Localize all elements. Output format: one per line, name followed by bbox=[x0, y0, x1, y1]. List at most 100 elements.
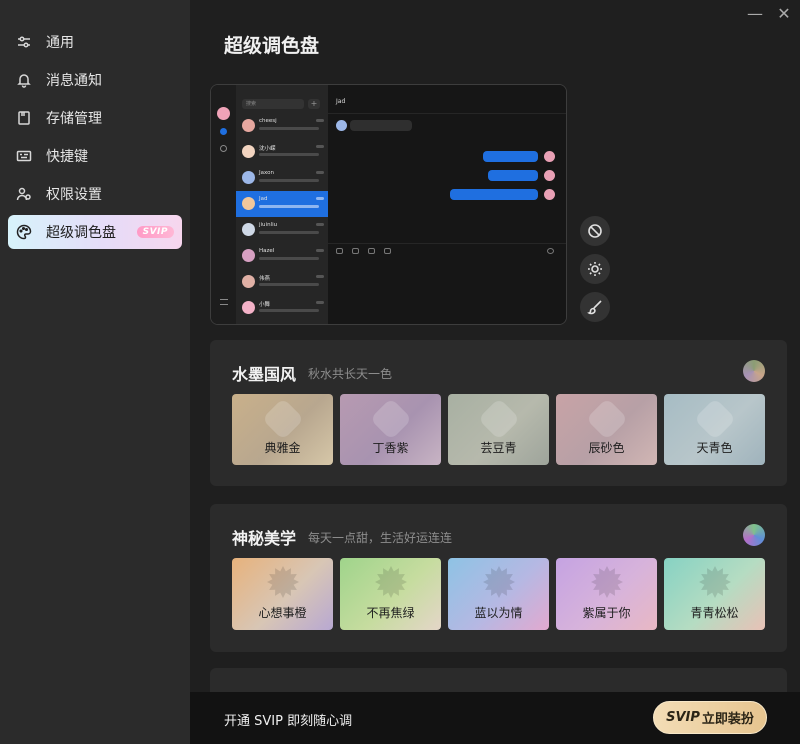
theme-card[interactable]: 辰砂色 bbox=[556, 394, 657, 465]
starburst-emblem-icon bbox=[483, 566, 515, 598]
preview-contact-msg bbox=[259, 153, 319, 156]
preview-avatar bbox=[544, 170, 555, 181]
preview-contact-name: Jad bbox=[259, 196, 268, 202]
preview-contact-row: 伟燕 bbox=[236, 269, 328, 295]
preview-avatar bbox=[544, 151, 555, 162]
theme-card[interactable]: 青青松松 bbox=[664, 558, 765, 630]
theme-card-label: 心想事橙 bbox=[258, 606, 307, 620]
svip-promo-bar: 开通 SVIP 即刻随心调 SVIP 立即装扮 bbox=[190, 692, 800, 744]
user-shield-icon bbox=[16, 186, 32, 202]
preview-avatar bbox=[544, 189, 555, 200]
sidebar-item-super-palette[interactable]: 超级调色盘 SVIP bbox=[8, 215, 182, 249]
keyboard-icon bbox=[16, 148, 32, 164]
preview-folder-icon bbox=[368, 248, 375, 254]
brush-button[interactable] bbox=[580, 292, 610, 322]
section-color-dot[interactable] bbox=[743, 524, 765, 546]
starburst-emblem-icon bbox=[591, 566, 623, 598]
brightness-icon bbox=[588, 262, 602, 276]
disable-icon bbox=[588, 224, 602, 238]
theme-card[interactable]: 天青色 bbox=[664, 394, 765, 465]
preview-contact-row: Jad bbox=[236, 191, 328, 217]
preview-chat-area: Jad bbox=[328, 85, 566, 324]
svip-label: SVIP bbox=[666, 710, 700, 725]
preview-contact-msg bbox=[259, 257, 319, 260]
preview-contact-msg bbox=[259, 283, 319, 286]
starburst-emblem-icon bbox=[375, 566, 407, 598]
bell-icon bbox=[16, 72, 32, 88]
theme-card-label: 芸豆青 bbox=[480, 441, 517, 455]
sidebar: 通用 消息通知 存储管理 快捷键 权限设置 超级调色盘 SVIP bbox=[0, 0, 190, 744]
preview-contact-avatar bbox=[242, 301, 255, 314]
theme-section-mystic: 神秘美学 每天一点甜，生活好运连连 心想事橙 不再焦绿 蓝以为情 紫属于你 青青松松 bbox=[210, 504, 787, 652]
sidebar-item-label: 消息通知 bbox=[46, 73, 102, 89]
preview-contact-row: Jaxon bbox=[236, 165, 328, 191]
preview-chat-icon bbox=[220, 128, 227, 135]
preview-avatar bbox=[336, 120, 347, 131]
preview-avatar bbox=[217, 107, 230, 120]
theme-section-ink: 水墨国风 秋水共长天一色 典雅金 丁香紫 芸豆青 辰砂色 天青色 bbox=[210, 340, 787, 486]
section-title: 水墨国风 bbox=[232, 365, 297, 384]
theme-card[interactable]: 心想事橙 bbox=[232, 558, 333, 630]
theme-card[interactable]: 丁香紫 bbox=[340, 394, 441, 465]
svip-badge: SVIP bbox=[136, 226, 174, 238]
main-panel: 超级调色盘 搜索 + cheesj 沈小嵘 Jaxon Jad jiuinliu Haze… bbox=[190, 0, 800, 744]
svip-dress-up-button[interactable]: SVIP 立即装扮 bbox=[653, 701, 767, 734]
sidebar-item-notifications[interactable]: 消息通知 bbox=[8, 63, 182, 97]
brush-icon bbox=[587, 300, 602, 315]
diamond-emblem-icon bbox=[693, 397, 737, 441]
preview-contact-time bbox=[316, 301, 324, 304]
preview-bubble-out bbox=[483, 151, 538, 162]
preview-contact-row: Hazel bbox=[236, 243, 328, 269]
sidebar-item-permissions[interactable]: 权限设置 bbox=[8, 177, 182, 211]
folder-icon bbox=[16, 110, 32, 126]
reset-theme-button[interactable] bbox=[580, 216, 610, 246]
preview-contact-avatar bbox=[242, 145, 255, 158]
preview-bubble-in bbox=[350, 120, 412, 131]
preview-contact-time bbox=[316, 171, 324, 174]
preview-scissors-icon bbox=[352, 248, 359, 254]
sidebar-item-shortcuts[interactable]: 快捷键 bbox=[8, 139, 182, 173]
preview-bubble-out bbox=[450, 189, 538, 200]
starburst-emblem-icon bbox=[699, 566, 731, 598]
page-title: 超级调色盘 bbox=[224, 35, 320, 57]
diamond-emblem-icon bbox=[369, 397, 413, 441]
preview-contact-avatar bbox=[242, 275, 255, 288]
preview-rail bbox=[211, 85, 236, 324]
preview-contact-row: 沈小嵘 bbox=[236, 139, 328, 165]
section-color-dot[interactable] bbox=[743, 360, 765, 382]
theme-card-label: 典雅金 bbox=[264, 441, 301, 455]
sidebar-item-storage[interactable]: 存储管理 bbox=[8, 101, 182, 135]
preview-contact-row: 小舞 bbox=[236, 295, 328, 321]
theme-card[interactable]: 紫属于你 bbox=[556, 558, 657, 630]
theme-card-label: 辰砂色 bbox=[588, 441, 625, 455]
preview-contact-time bbox=[316, 275, 324, 278]
preview-divider bbox=[328, 243, 566, 244]
brightness-button[interactable] bbox=[580, 254, 610, 284]
preview-plus: + bbox=[308, 99, 320, 109]
preview-contacts-icon bbox=[220, 145, 227, 152]
preview-contact-name: cheesj bbox=[259, 118, 277, 124]
sliders-icon bbox=[16, 34, 32, 50]
sidebar-item-general[interactable]: 通用 bbox=[8, 25, 182, 59]
theme-card[interactable]: 芸豆青 bbox=[448, 394, 549, 465]
preview-search: 搜索 bbox=[242, 99, 304, 109]
preview-contact-name: jiuinliu bbox=[259, 222, 278, 228]
preview-divider bbox=[328, 113, 566, 114]
theme-preview: 搜索 + cheesj 沈小嵘 Jaxon Jad jiuinliu Hazel 伟燕 小舞 … bbox=[210, 84, 567, 325]
preview-contact-time bbox=[316, 119, 324, 122]
preview-contact-avatar bbox=[242, 223, 255, 236]
theme-card-label: 不再焦绿 bbox=[366, 606, 415, 620]
diamond-emblem-icon bbox=[585, 397, 629, 441]
preview-contact-name: 伟燕 bbox=[259, 276, 271, 282]
preview-clock-icon bbox=[547, 248, 554, 254]
palette-icon bbox=[16, 224, 32, 240]
diamond-emblem-icon bbox=[477, 397, 521, 441]
preview-contact-avatar bbox=[242, 249, 255, 262]
diamond-emblem-icon bbox=[261, 397, 305, 441]
preview-contact-name: Hazel bbox=[259, 248, 275, 254]
sidebar-item-label: 超级调色盘 bbox=[46, 225, 116, 241]
preview-image-icon bbox=[384, 248, 391, 254]
theme-card[interactable]: 蓝以为情 bbox=[448, 558, 549, 630]
theme-card[interactable]: 典雅金 bbox=[232, 394, 333, 465]
theme-card[interactable]: 不再焦绿 bbox=[340, 558, 441, 630]
